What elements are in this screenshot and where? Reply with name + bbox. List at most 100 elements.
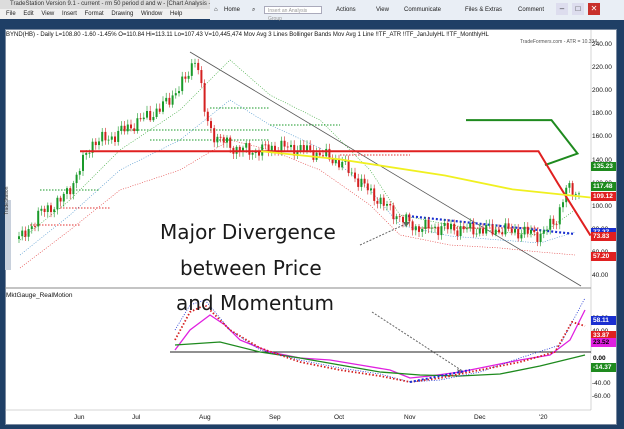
candle-body [114, 136, 116, 142]
candle-body [66, 188, 68, 194]
bollinger-lower [19, 139, 576, 269]
candle-body [446, 222, 449, 230]
candle-body [290, 144, 292, 148]
candle-body [152, 116, 155, 121]
candle-body [187, 75, 190, 79]
candle-body [133, 128, 136, 132]
candle-body [571, 183, 574, 195]
chart-credit: TradeFormers.com - ATR = 10.334 [520, 39, 598, 45]
candle-body [222, 137, 225, 143]
candle-body [37, 210, 40, 227]
candle-body [203, 83, 206, 112]
candle-body [469, 223, 472, 229]
candle-body [299, 145, 302, 151]
time-tick: Aug [199, 414, 211, 421]
candle-body [568, 183, 571, 188]
candle-body [370, 188, 372, 191]
candle-body [78, 170, 81, 175]
candle-body [558, 207, 561, 225]
indicator-title: MktGauge_RealMotion [6, 292, 73, 299]
candle-body [424, 219, 427, 229]
candle-body [325, 148, 328, 157]
candle-body [178, 91, 180, 94]
candle-body [555, 224, 558, 226]
candle-body [136, 118, 139, 132]
green-level-line [466, 119, 580, 167]
candle-body [357, 178, 360, 187]
time-tick: Jul [132, 414, 141, 421]
candle-body [539, 233, 542, 242]
candle-body [62, 193, 65, 202]
candle-body [75, 174, 78, 184]
candle-body [104, 131, 107, 141]
candle-body [552, 218, 555, 225]
candle-body [206, 111, 209, 122]
candle-body [318, 152, 321, 156]
candle-body [475, 233, 478, 235]
candle-body [229, 137, 232, 148]
candle-body [98, 141, 100, 146]
candle-body [347, 160, 350, 173]
candle-body [139, 118, 142, 120]
candle-body [507, 223, 510, 229]
candle-body [88, 152, 91, 154]
time-tick: Jun [74, 414, 85, 421]
annotation-arrow [371, 311, 465, 373]
candle-body [523, 226, 526, 235]
candle-body [482, 228, 484, 234]
candle-body [578, 193, 580, 195]
candle-body [72, 183, 75, 195]
candle-body [34, 226, 36, 228]
candle-body [194, 62, 196, 64]
candle-body [491, 224, 494, 235]
candle-body [174, 93, 177, 96]
candle-body [360, 178, 363, 187]
candle-body [373, 188, 376, 201]
annotation-line-2: between Price [180, 256, 322, 280]
candle-body [514, 229, 516, 233]
candle-body [376, 200, 379, 204]
time-tick: Sep [269, 414, 281, 421]
momentum-tick: -60.00 [592, 393, 611, 400]
candle-body [43, 208, 46, 212]
candle-body [574, 193, 577, 195]
candle-body [549, 218, 552, 230]
candle-body [421, 228, 424, 232]
candle-body [427, 219, 430, 229]
candle-body [389, 204, 392, 206]
candle-body [24, 230, 27, 237]
value-label: 117.48 [591, 182, 616, 191]
value-label: 73.83 [591, 232, 616, 242]
value-label: 135.23 [591, 161, 616, 171]
candle-body [498, 229, 500, 233]
candle-body [450, 223, 452, 230]
candle-body [366, 183, 369, 191]
side-tab-label[interactable]: TradeStation [4, 165, 10, 215]
candle-body [149, 111, 152, 121]
candle-body [354, 172, 356, 179]
candle-body [459, 226, 462, 236]
candle-body [466, 228, 468, 230]
candlestick-series [18, 58, 580, 247]
candle-body [386, 204, 388, 206]
candle-body [110, 136, 113, 140]
value-label: 0.00 [591, 353, 616, 363]
candle-body [485, 225, 488, 234]
candle-body [408, 214, 411, 222]
candle-body [226, 137, 228, 143]
value-label: 58.11 [591, 315, 616, 325]
candle-body [520, 234, 523, 239]
candle-body [69, 188, 72, 195]
candle-body [488, 224, 491, 226]
candle-body [338, 159, 340, 168]
price-tick: 220.00 [592, 64, 612, 72]
time-tick: Dec [474, 414, 486, 421]
candle-body [363, 178, 366, 184]
time-tick: Oct [334, 414, 345, 421]
candle-body [190, 63, 193, 76]
candle-body [382, 197, 385, 206]
candle-body [302, 145, 305, 152]
candle-body [21, 230, 24, 237]
candle-body [526, 226, 529, 234]
candle-body [430, 227, 433, 229]
